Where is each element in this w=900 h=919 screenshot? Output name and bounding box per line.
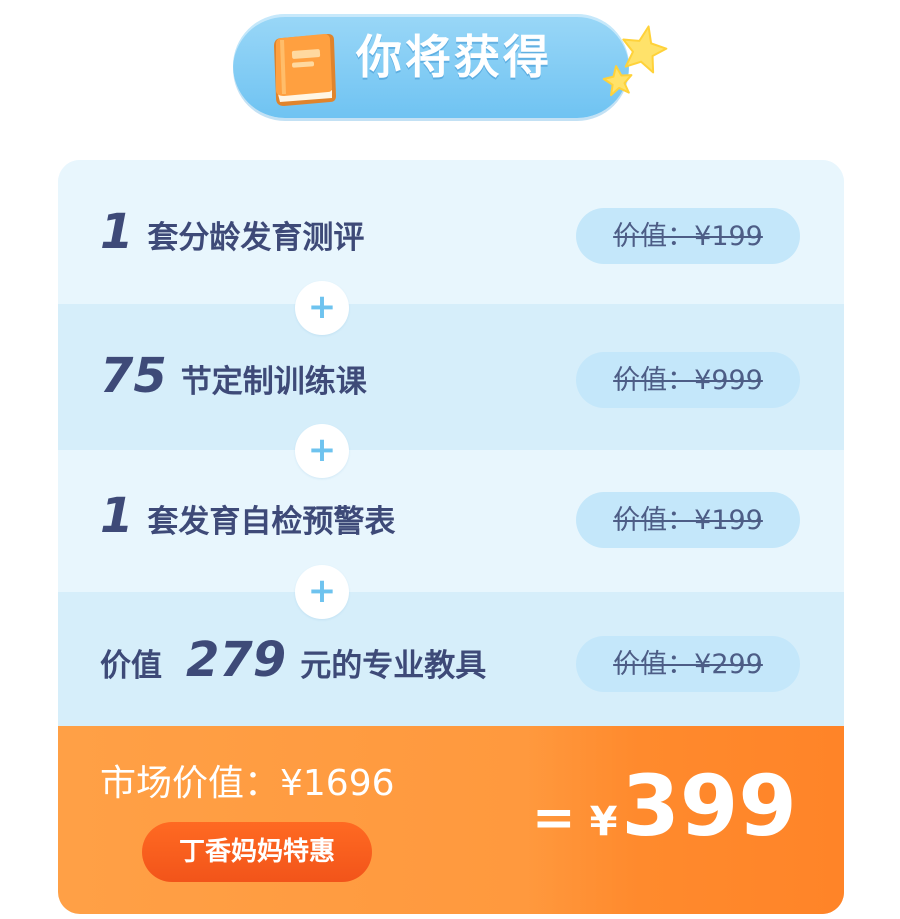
item-label: 节定制训练课 [180, 364, 367, 400]
plus-icon: + [295, 424, 349, 478]
book-icon [274, 34, 336, 106]
currency-symbol: ¥ [589, 799, 618, 845]
value-badge: 价值：¥199 [576, 492, 800, 548]
item-count: 1 [100, 488, 134, 544]
plus-icon: + [295, 565, 349, 619]
item-count: 1 [100, 204, 134, 260]
item-count: 279 [186, 632, 287, 688]
original-price: 价值：¥999 [613, 364, 763, 396]
item-label: 元的专业教具 [300, 648, 487, 684]
value-badge: 价值：¥999 [576, 352, 800, 408]
item-label: 套分龄发育测评 [147, 220, 365, 256]
original-price: 价值：¥299 [613, 648, 763, 680]
price-summary: 市场价值：¥1696 丁香妈妈特惠 = ¥ 399 [58, 726, 844, 914]
list-item: 1 套分龄发育测评 [100, 208, 364, 256]
original-price: 价值：¥199 [613, 220, 763, 252]
item-count: 75 [100, 348, 167, 404]
promo-badge: 丁香妈妈特惠 [142, 822, 372, 882]
list-item: 75 节定制训练课 [100, 352, 367, 400]
final-amount: 399 [621, 757, 797, 855]
list-item: 价值 279 元的专业教具 [100, 636, 486, 684]
market-value: 市场价值：¥1696 [100, 763, 395, 804]
plus-icon: + [295, 281, 349, 335]
item-prefix: 价值 [100, 648, 162, 684]
offer-card: 1 套分龄发育测评 价值：¥199 + 75 节定制训练课 价值：¥999 + … [58, 160, 844, 914]
original-price: 价值：¥199 [613, 504, 763, 536]
item-label: 套发育自检预警表 [147, 504, 396, 540]
final-price: = ¥ 399 [532, 764, 797, 848]
value-badge: 价值：¥199 [576, 208, 800, 264]
value-badge: 价值：¥299 [576, 636, 800, 692]
promo-badge-label: 丁香妈妈特惠 [178, 837, 335, 867]
star-icon [602, 25, 668, 97]
list-item: 1 套发育自检预警表 [100, 492, 395, 540]
page-title: 你将获得 [356, 30, 552, 84]
equals-sign: = [532, 788, 576, 848]
